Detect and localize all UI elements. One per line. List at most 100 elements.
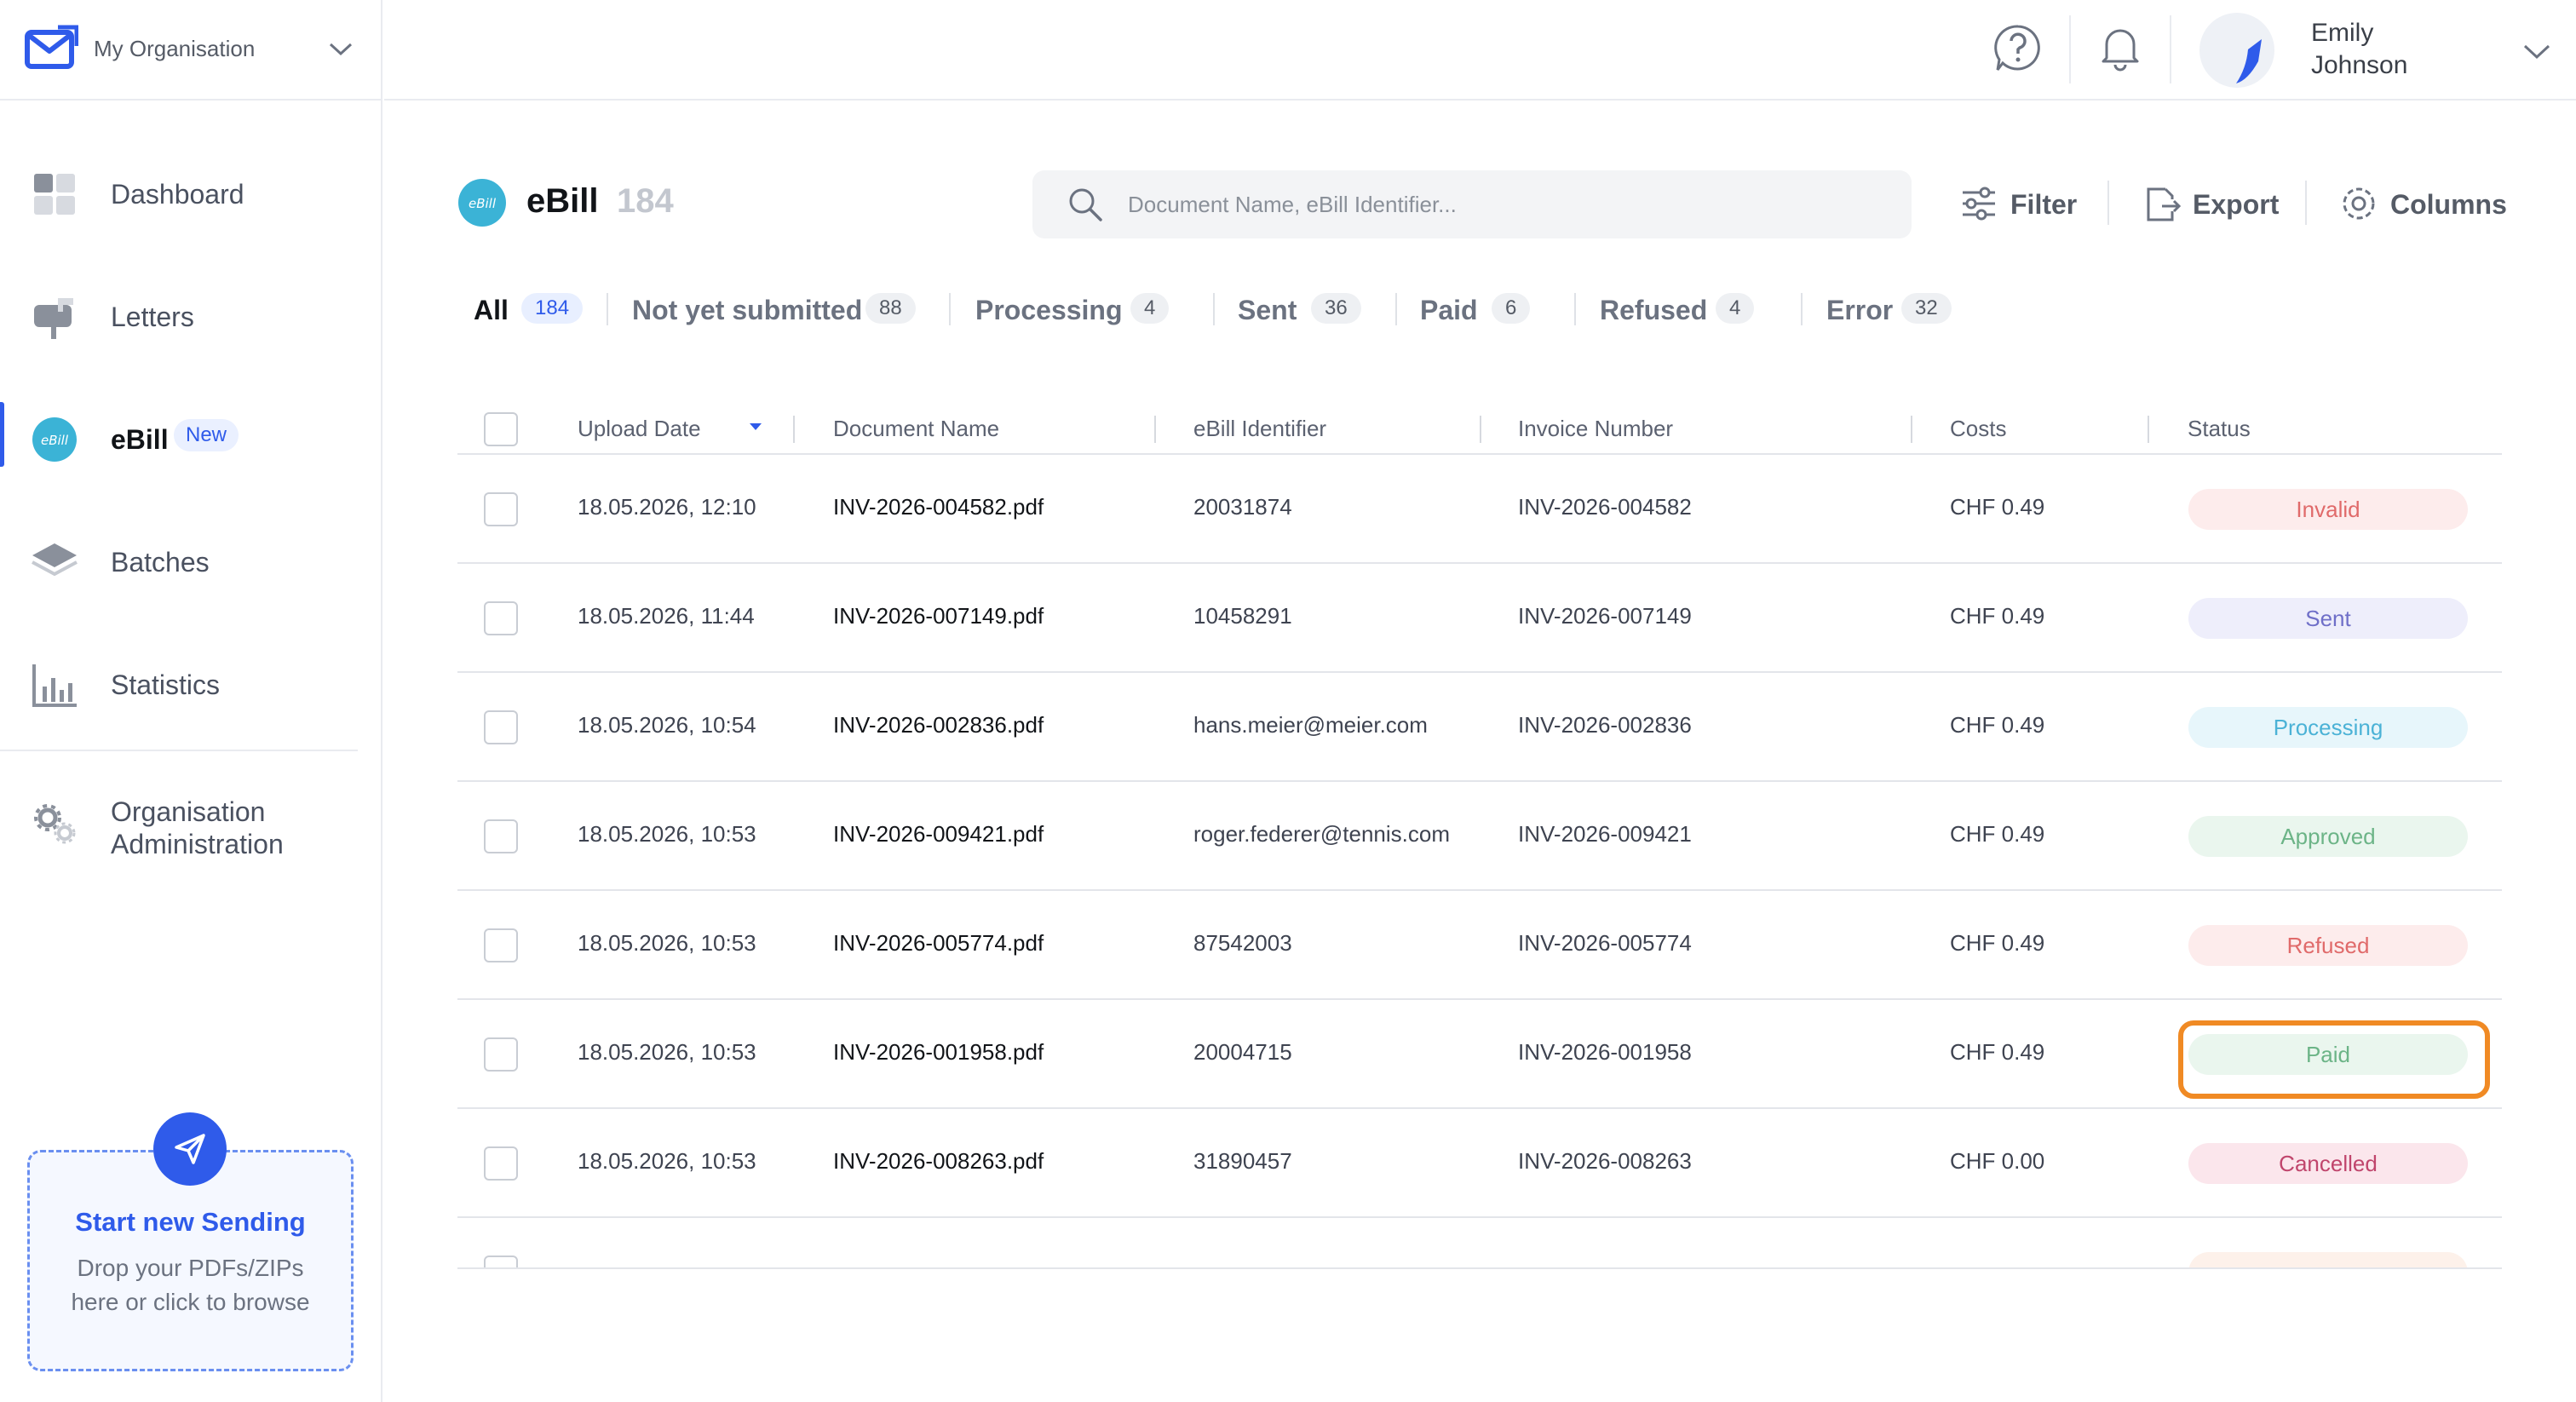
- sidebar-item-label: Dashboard: [111, 179, 244, 210]
- filter-button[interactable]: Filter: [1959, 181, 2079, 228]
- upload-date: 18.05.2026, 12:10: [578, 494, 756, 520]
- document-name: INV-2026-004582.pdf: [833, 494, 1044, 520]
- start-sending-button[interactable]: [153, 1112, 227, 1186]
- columns-label: Columns: [2390, 189, 2507, 220]
- page-count: 184: [617, 182, 674, 220]
- sidebar-item-letters[interactable]: Letters: [0, 269, 381, 354]
- invoice-number: INV-2026-007149: [1518, 603, 1692, 629]
- column-separator[interactable]: [2148, 416, 2149, 443]
- tab-count: 36: [1311, 293, 1361, 324]
- table-row[interactable]: 18.05.2026, 10:53 INV-2026-001958.pdf 20…: [457, 1000, 2502, 1109]
- cost: CHF 0.49: [1950, 603, 2045, 629]
- tab-error[interactable]: Error 32: [1826, 290, 1980, 329]
- ebill-icon: eBill: [458, 179, 506, 227]
- table-row[interactable]: 18.05.2026, 10:53 INV-2026-008263.pdf 31…: [457, 1109, 2502, 1218]
- status-badge: Sent: [2188, 598, 2468, 639]
- upload-date: 18.05.2026, 10:54: [578, 712, 756, 738]
- sidebar-item-dashboard[interactable]: Dashboard: [0, 147, 381, 232]
- organisation-switcher[interactable]: My Organisation: [0, 0, 381, 101]
- cost: CHF 0.49: [1950, 821, 2045, 847]
- column-separator[interactable]: [1154, 416, 1156, 443]
- chevron-down-icon: [2523, 44, 2550, 60]
- sort-desc-icon[interactable]: [747, 421, 764, 433]
- column-header-ebill-identifier[interactable]: eBill Identifier: [1193, 416, 1326, 442]
- select-all-checkbox[interactable]: [484, 412, 518, 446]
- tab-processing[interactable]: Processing 4: [975, 290, 1188, 329]
- dashboard-icon: [34, 174, 75, 215]
- column-header-upload-date[interactable]: Upload Date: [578, 416, 701, 442]
- top-bar: Emily Johnson: [384, 0, 2576, 101]
- status-badge: Approved: [2188, 816, 2468, 857]
- new-badge: New: [174, 419, 239, 451]
- tab-count: 6: [1492, 293, 1531, 324]
- drop-zone-subtitle: Drop your PDFs/ZIPs here or click to bro…: [71, 1255, 310, 1315]
- cost: CHF 0.49: [1950, 930, 2045, 956]
- invoice-number: INV-2026-001958: [1518, 1039, 1692, 1065]
- column-header-status[interactable]: Status: [2188, 416, 2251, 442]
- column-header-document-name[interactable]: Document Name: [833, 416, 999, 442]
- divider: [2170, 15, 2171, 83]
- table-row-partial[interactable]: [457, 1218, 2502, 1269]
- columns-button[interactable]: Columns: [2339, 181, 2510, 228]
- divider: [2107, 181, 2109, 225]
- export-button[interactable]: Export: [2142, 181, 2279, 228]
- tab-all[interactable]: All 184: [474, 290, 584, 329]
- tab-not-yet-submitted[interactable]: Not yet submitted 88: [632, 290, 922, 329]
- tab-count: 88: [865, 293, 916, 324]
- user-menu[interactable]: Emily Johnson: [2199, 9, 2573, 92]
- column-separator[interactable]: [1480, 416, 1481, 443]
- tab-label: Processing: [975, 295, 1123, 325]
- divider: [1574, 293, 1576, 325]
- tab-refused[interactable]: Refused 4: [1600, 290, 1787, 329]
- tab-label: Not yet submitted: [632, 295, 863, 325]
- tab-count: 184: [521, 293, 584, 324]
- divider: [1801, 293, 1803, 325]
- ebill-identifier: 20031874: [1193, 494, 1292, 520]
- row-checkbox[interactable]: [484, 928, 518, 962]
- table-row[interactable]: 18.05.2026, 10:54 INV-2026-002836.pdf ha…: [457, 673, 2502, 782]
- document-name: INV-2026-008263.pdf: [833, 1148, 1044, 1174]
- tab-label: Error: [1826, 295, 1894, 325]
- column-header-invoice-number[interactable]: Invoice Number: [1518, 416, 1673, 442]
- tab-count: 4: [1130, 293, 1170, 324]
- row-checkbox[interactable]: [484, 1146, 518, 1181]
- sidebar-item-ebill[interactable]: eBill eBill New: [0, 392, 381, 477]
- table-row[interactable]: 18.05.2026, 12:10 INV-2026-004582.pdf 20…: [457, 455, 2502, 564]
- user-first-name: Emily: [2311, 19, 2374, 47]
- sidebar-item-statistics[interactable]: Statistics: [0, 637, 381, 722]
- search-box[interactable]: [1032, 170, 1912, 238]
- row-checkbox[interactable]: [484, 819, 518, 853]
- ebill-identifier: 31890457: [1193, 1148, 1292, 1174]
- sliders-icon: [1963, 187, 1995, 221]
- help-icon[interactable]: [1992, 22, 2044, 73]
- column-header-costs[interactable]: Costs: [1950, 416, 2006, 442]
- tab-paid[interactable]: Paid 6: [1420, 290, 1548, 329]
- sidebar-item-batches[interactable]: Batches: [0, 514, 381, 600]
- tab-label: Sent: [1238, 295, 1297, 325]
- avatar: [2199, 13, 2274, 88]
- row-checkbox[interactable]: [484, 601, 518, 635]
- row-checkbox[interactable]: [484, 710, 518, 744]
- row-checkbox[interactable]: [484, 1037, 518, 1072]
- user-last-name: Johnson: [2311, 51, 2408, 79]
- document-name: INV-2026-002836.pdf: [833, 712, 1044, 738]
- gears-icon: [34, 804, 76, 844]
- search-input[interactable]: [1128, 170, 1877, 238]
- row-checkbox[interactable]: [484, 492, 518, 526]
- document-name: INV-2026-005774.pdf: [833, 930, 1044, 956]
- sidebar-item-organisation-administration[interactable]: Organisation Administration: [0, 775, 381, 860]
- column-separator[interactable]: [793, 416, 795, 443]
- mailbox-icon: [34, 298, 73, 339]
- tab-sent[interactable]: Sent 36: [1238, 290, 1374, 329]
- table-row[interactable]: 18.05.2026, 11:44 INV-2026-007149.pdf 10…: [457, 564, 2502, 673]
- column-separator[interactable]: [1911, 416, 1912, 443]
- invoice-number: INV-2026-005774: [1518, 930, 1692, 956]
- bell-icon[interactable]: [2095, 22, 2146, 73]
- bar-chart-icon: [32, 664, 77, 707]
- drop-zone-title: Start new Sending: [75, 1207, 306, 1237]
- page-title: eBill: [526, 182, 599, 220]
- paper-plane-icon: [175, 1134, 205, 1164]
- table-row[interactable]: 18.05.2026, 10:53 INV-2026-005774.pdf 87…: [457, 891, 2502, 1000]
- table-row[interactable]: 18.05.2026, 10:53 INV-2026-009421.pdf ro…: [457, 782, 2502, 891]
- sidebar: My Organisation Dashboard Letters eBill …: [0, 0, 382, 1402]
